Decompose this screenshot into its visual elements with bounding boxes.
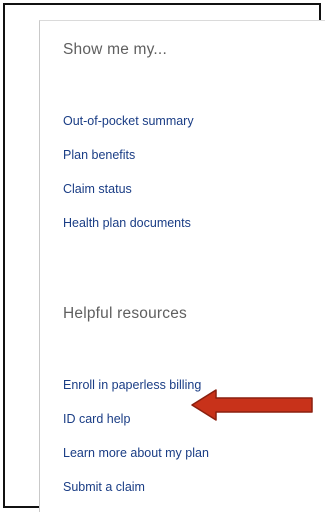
red-arrow-annotation — [191, 389, 313, 421]
section-heading-show-me-my: Show me my... — [63, 41, 167, 58]
section-heading-helpful-resources: Helpful resources — [63, 305, 188, 322]
link-learn-more-about-plan[interactable]: Learn more about my plan — [63, 446, 209, 460]
link-id-card-help[interactable]: ID card help — [63, 412, 130, 426]
link-submit-a-claim[interactable]: Submit a claim — [63, 480, 145, 494]
screenshot-frame: Show me my... Out-of-pocket summary Plan… — [3, 3, 325, 512]
link-health-plan-documents[interactable]: Health plan documents — [63, 216, 191, 230]
link-out-of-pocket-summary[interactable]: Out-of-pocket summary — [63, 114, 194, 128]
link-enroll-paperless-billing[interactable]: Enroll in paperless billing — [63, 378, 201, 392]
link-claim-status[interactable]: Claim status — [63, 182, 132, 196]
link-plan-benefits[interactable]: Plan benefits — [63, 148, 135, 162]
arrow-icon — [191, 389, 313, 421]
quick-links-panel: Show me my... Out-of-pocket summary Plan… — [39, 20, 325, 512]
